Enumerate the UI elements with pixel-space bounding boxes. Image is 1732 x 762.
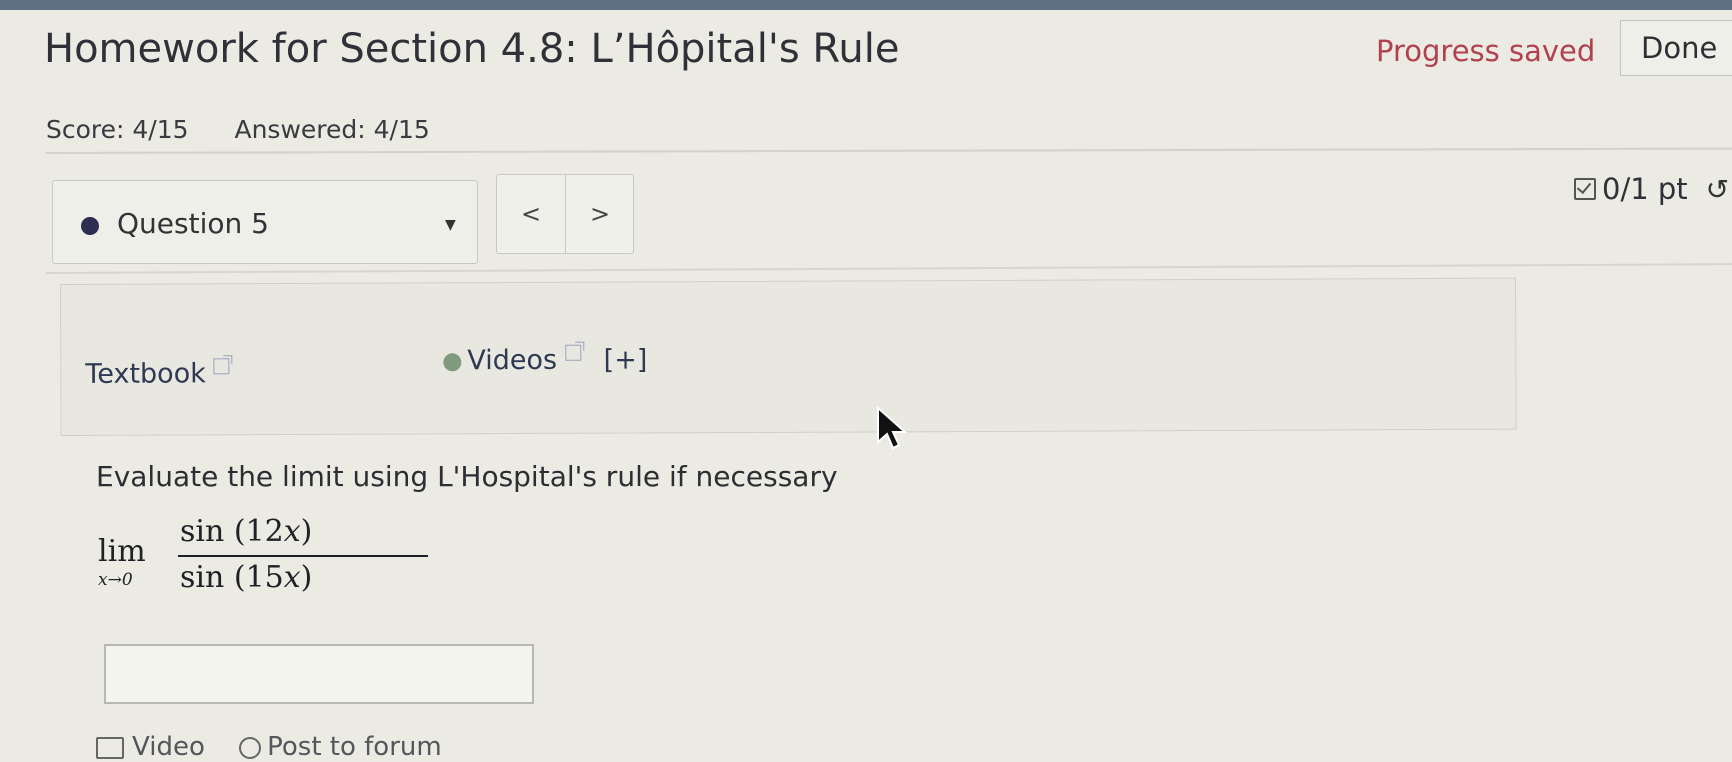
lim-operator: lim xyxy=(98,534,146,569)
external-link-icon xyxy=(213,358,230,375)
done-button[interactable]: Done xyxy=(1620,20,1732,76)
question-nav: < > xyxy=(496,174,634,254)
videos-link[interactable]: Videos [+] xyxy=(443,344,647,376)
top-bar xyxy=(0,0,1732,10)
lim-subscript: x→0 xyxy=(98,570,133,590)
video-icon xyxy=(443,353,462,372)
score-line: Score: 4/15 Answered: 4/15 xyxy=(46,115,430,144)
points-text: 0/1 pt xyxy=(1602,172,1688,206)
help-forum-link[interactable]: Post to forum xyxy=(267,732,442,762)
answered-text: Answered: 4/15 xyxy=(234,115,430,144)
previous-question-button[interactable]: < xyxy=(497,175,566,253)
divider xyxy=(45,263,1732,274)
video-icon xyxy=(96,736,124,759)
next-question-button[interactable]: > xyxy=(566,175,634,253)
textbook-label: Textbook xyxy=(85,358,206,390)
textbook-link[interactable]: Textbook xyxy=(85,358,230,390)
external-link-icon xyxy=(564,344,582,361)
mouse-cursor-icon xyxy=(877,406,908,450)
forum-icon xyxy=(239,736,262,759)
videos-label: Videos xyxy=(467,344,558,377)
numerator: sin (12x) xyxy=(180,514,313,549)
points-indicator: 0/1 pt ↺ xyxy=(1574,172,1729,206)
answer-input[interactable] xyxy=(104,644,534,704)
checkbox-icon xyxy=(1574,178,1596,200)
page-title: Homework for Section 4.8: L’Hôpital's Ru… xyxy=(44,26,900,72)
help-video-link[interactable]: Video xyxy=(132,732,205,762)
score-text: Score: 4/15 xyxy=(46,115,189,144)
progress-status: Progress saved xyxy=(1376,34,1596,68)
question-status-dot xyxy=(81,217,99,235)
question-help: Video Post to forum xyxy=(96,732,442,762)
question-select-label: Question 5 xyxy=(117,207,269,240)
problem-instruction: Evaluate the limit using L'Hospital's ru… xyxy=(96,460,838,493)
dropdown-caret-icon: ▼ xyxy=(445,217,456,233)
question-select[interactable]: Question 5 ▼ xyxy=(52,180,478,264)
retry-icon[interactable]: ↺ xyxy=(1706,173,1729,206)
resources-panel: Textbook Videos [+] xyxy=(60,277,1517,436)
divider xyxy=(45,147,1732,154)
videos-expand-toggle[interactable]: [+] xyxy=(604,344,648,375)
fraction-bar xyxy=(178,555,428,557)
denominator: sin (15x) xyxy=(180,560,313,595)
